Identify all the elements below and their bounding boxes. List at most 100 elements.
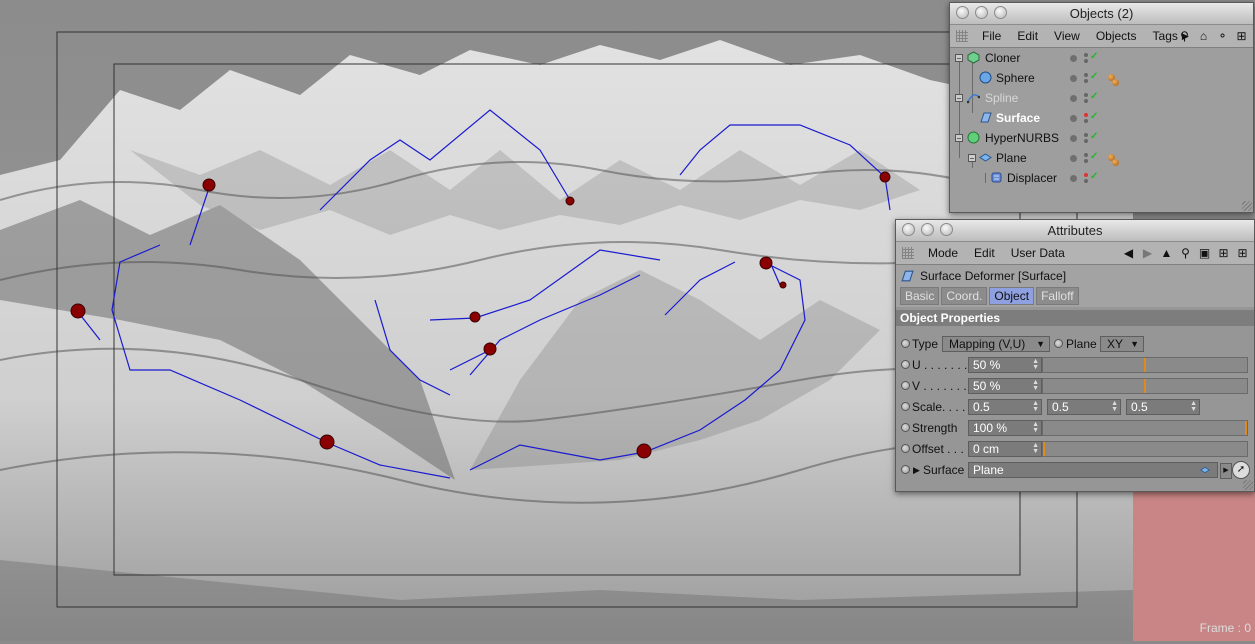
checkmark-icon[interactable]: ✓ <box>1090 71 1098 82</box>
render-visibility-dot[interactable] <box>1084 79 1088 83</box>
checkmark-icon[interactable]: ✓ <box>1090 111 1098 122</box>
animate-radio[interactable] <box>1054 339 1063 348</box>
scale-y-input[interactable]: 0.5 ▲ ▼ <box>1047 399 1121 415</box>
editor-visibility-dot[interactable] <box>1084 53 1088 57</box>
visibility-dot[interactable] <box>1070 135 1077 142</box>
link-menu-arrow-icon[interactable]: ▶ <box>1220 463 1232 479</box>
object-row-plane[interactable]: − Plane <box>950 148 1253 168</box>
strength-input[interactable]: 100 % ▲ ▼ <box>968 420 1042 436</box>
v-input[interactable]: 50 % ▲ ▼ <box>968 378 1042 394</box>
editor-visibility-dot[interactable] <box>1084 133 1088 137</box>
visibility-dot[interactable] <box>1070 155 1077 162</box>
stepper-arrows-icon[interactable]: ▲ ▼ <box>1032 358 1039 371</box>
close-button[interactable] <box>956 6 969 19</box>
eye-icon[interactable]: ⚬ <box>1215 28 1230 43</box>
tab-coord[interactable]: Coord. <box>941 287 988 305</box>
checkmark-icon[interactable]: ✓ <box>1090 91 1098 102</box>
stepper-arrows-icon[interactable]: ▲ ▼ <box>1190 400 1197 413</box>
back-arrow-icon[interactable]: ◀ <box>1121 245 1136 260</box>
render-visibility-dot[interactable] <box>1084 119 1088 123</box>
animate-radio[interactable] <box>901 339 910 348</box>
scale-x-input[interactable]: 0.5 ▲ ▼ <box>968 399 1042 415</box>
surface-link-field[interactable]: Plane <box>968 462 1218 478</box>
material-tag-icon[interactable] <box>1112 159 1119 166</box>
checkmark-icon[interactable]: ✓ <box>1090 171 1098 182</box>
u-slider[interactable] <box>1042 357 1248 373</box>
close-button[interactable] <box>902 223 915 236</box>
render-visibility-dot[interactable] <box>1084 139 1088 143</box>
offset-input[interactable]: 0 cm ▲ ▼ <box>968 441 1042 457</box>
visibility-dot[interactable] <box>1070 175 1077 182</box>
object-row-hypernurbs[interactable]: − HyperNURBS <box>950 128 1253 148</box>
editor-visibility-dot[interactable] <box>1084 73 1088 77</box>
menu-objects[interactable]: Objects <box>1088 29 1145 43</box>
tab-basic[interactable]: Basic <box>900 287 940 305</box>
stepper-arrows-icon[interactable]: ▲ ▼ <box>1032 442 1039 455</box>
stepper-arrows-icon[interactable]: ▲ ▼ <box>1111 400 1118 413</box>
resize-grip-icon[interactable] <box>1242 201 1252 211</box>
editor-visibility-dot[interactable] <box>1084 93 1088 97</box>
plane-dropdown[interactable]: XY ▼ <box>1100 336 1144 352</box>
object-row-cloner[interactable]: − Cloner <box>950 48 1253 68</box>
grip-icon[interactable] <box>956 30 968 42</box>
object-name[interactable]: HyperNURBS <box>985 131 1059 145</box>
stepper-arrows-icon[interactable]: ▲ ▼ <box>1032 379 1039 392</box>
forward-arrow-icon[interactable]: ▶ <box>1140 245 1155 260</box>
object-row-surface[interactable]: Surface <box>950 108 1253 128</box>
render-visibility-dot[interactable] <box>1084 99 1088 103</box>
lock-icon[interactable]: ▣ <box>1197 245 1212 260</box>
animate-radio[interactable] <box>901 402 910 411</box>
settings-icon[interactable]: ⊞ <box>1216 245 1231 260</box>
offset-slider[interactable] <box>1042 441 1248 457</box>
render-visibility-dot[interactable] <box>1084 59 1088 63</box>
collapse-toggle[interactable]: − <box>955 54 963 63</box>
resize-grip-icon[interactable] <box>1243 480 1253 490</box>
type-dropdown[interactable]: Mapping (V,U) ▼ <box>942 336 1050 352</box>
search-icon[interactable]: ⚲ <box>1177 28 1192 43</box>
collapse-toggle[interactable]: − <box>968 154 976 163</box>
object-name[interactable]: Displacer <box>1007 171 1057 185</box>
editor-visibility-dot[interactable] <box>1084 173 1088 177</box>
new-window-icon[interactable]: ⊞ <box>1234 28 1249 43</box>
checkmark-icon[interactable]: ✓ <box>1090 131 1098 142</box>
menu-mode[interactable]: Mode <box>920 246 966 260</box>
new-window-icon[interactable]: ⊞ <box>1235 245 1250 260</box>
animate-radio[interactable] <box>901 444 910 453</box>
object-row-sphere[interactable]: Sphere <box>950 68 1253 88</box>
minimize-button[interactable] <box>975 6 988 19</box>
visibility-dot[interactable] <box>1070 75 1077 82</box>
slider-marker[interactable] <box>1144 379 1146 393</box>
collapse-toggle[interactable]: − <box>955 94 963 103</box>
animate-radio[interactable] <box>901 381 910 390</box>
menu-view[interactable]: View <box>1046 29 1088 43</box>
stepper-arrows-icon[interactable]: ▲ ▼ <box>1032 400 1039 413</box>
attributes-titlebar[interactable]: Attributes <box>896 220 1254 242</box>
animate-radio[interactable] <box>901 423 910 432</box>
material-tag-icon[interactable] <box>1112 79 1119 86</box>
visibility-dot[interactable] <box>1070 55 1077 62</box>
visibility-dot[interactable] <box>1070 95 1077 102</box>
pick-cursor-icon[interactable]: ➚ <box>1232 461 1250 479</box>
object-name[interactable]: Cloner <box>985 51 1020 65</box>
zoom-button[interactable] <box>940 223 953 236</box>
object-row-displacer[interactable]: Displacer <box>950 168 1253 188</box>
v-slider[interactable] <box>1042 378 1248 394</box>
editor-visibility-dot[interactable] <box>1084 153 1088 157</box>
slider-marker[interactable] <box>1144 358 1146 372</box>
scale-z-input[interactable]: 0.5 ▲ ▼ <box>1126 399 1200 415</box>
search-icon[interactable]: ⚲ <box>1178 245 1193 260</box>
menu-file[interactable]: File <box>974 29 1009 43</box>
up-arrow-icon[interactable]: ▲ <box>1159 245 1174 260</box>
menu-user-data[interactable]: User Data <box>1003 246 1073 260</box>
home-icon[interactable]: ⌂ <box>1196 28 1211 43</box>
animate-radio[interactable] <box>901 360 910 369</box>
checkmark-icon[interactable]: ✓ <box>1090 151 1098 162</box>
visibility-dot[interactable] <box>1070 115 1077 122</box>
object-name[interactable]: Surface <box>996 111 1040 125</box>
slider-marker[interactable] <box>1245 421 1247 435</box>
menu-edit[interactable]: Edit <box>1009 29 1046 43</box>
collapse-toggle[interactable]: − <box>955 134 963 143</box>
editor-visibility-dot[interactable] <box>1084 113 1088 117</box>
stepper-arrows-icon[interactable]: ▲ ▼ <box>1032 421 1039 434</box>
render-visibility-dot[interactable] <box>1084 159 1088 163</box>
